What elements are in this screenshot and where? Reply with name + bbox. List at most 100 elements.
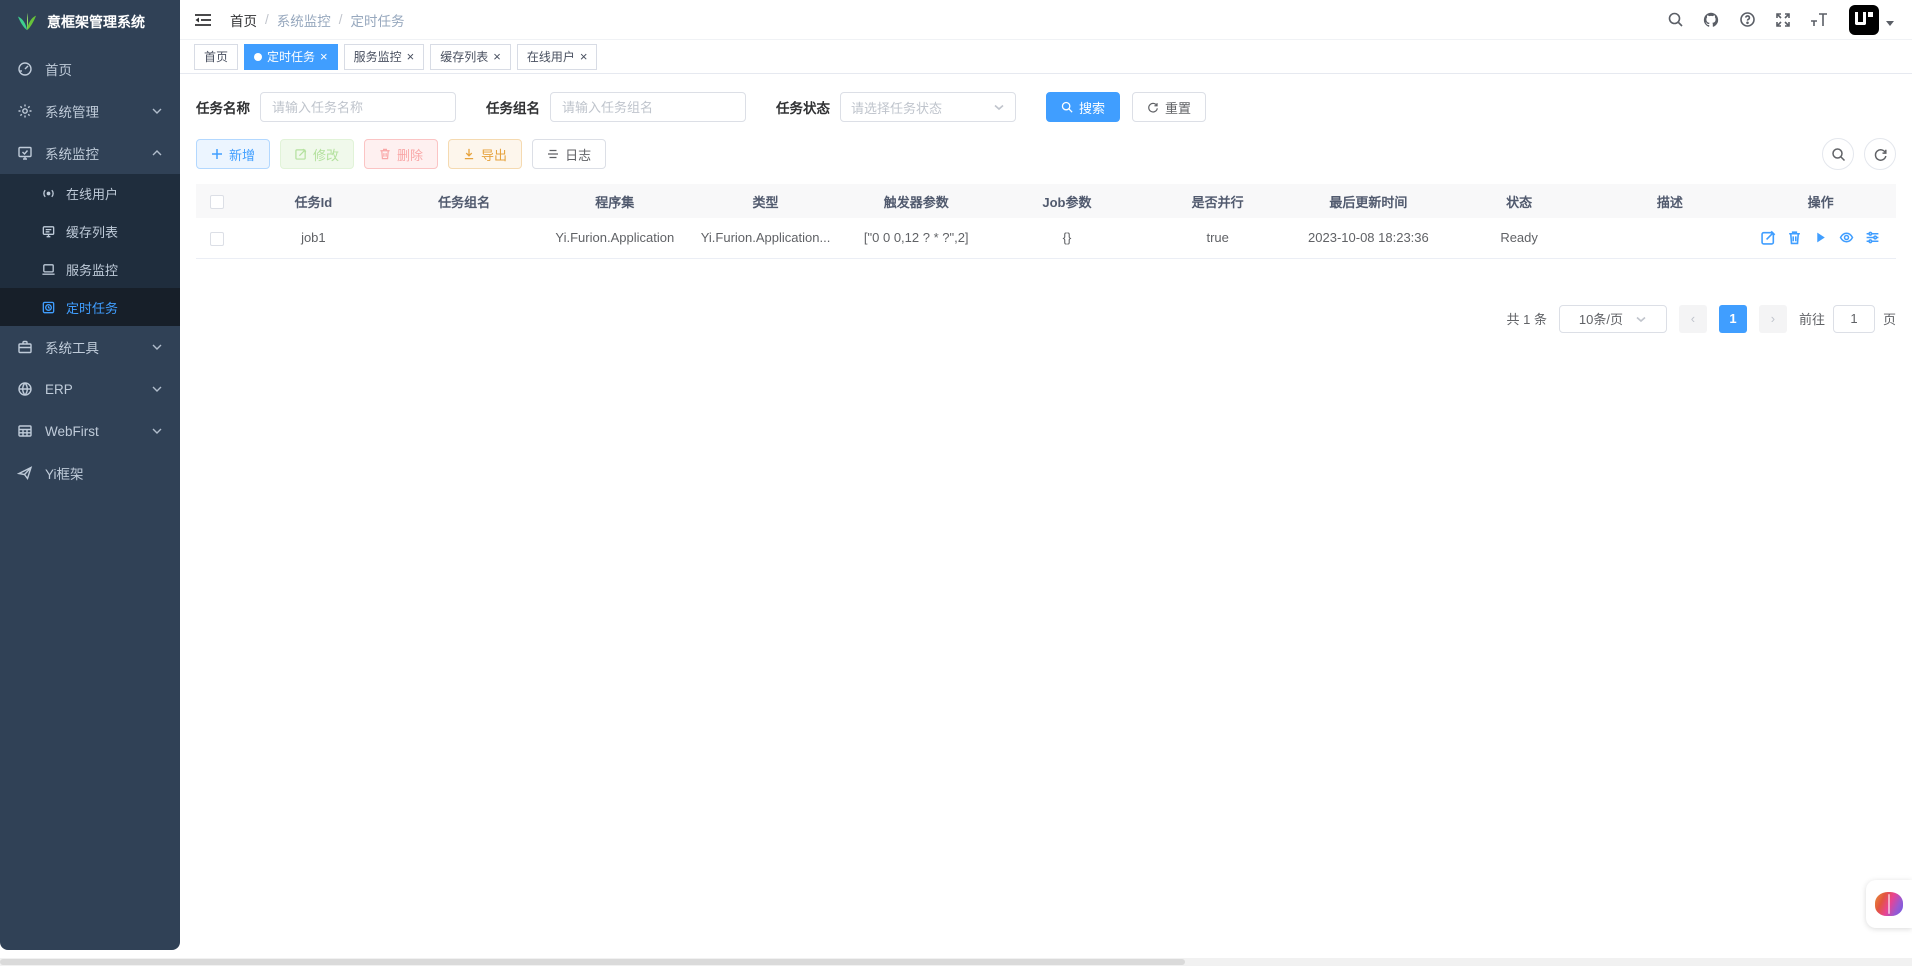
table-toolbar: 新增 修改 删除 导出 日志	[196, 138, 1896, 170]
sidebar-item-system-monitor[interactable]: 系统监控	[0, 132, 180, 174]
goto-suffix: 页	[1883, 309, 1896, 328]
scrollbar-thumb[interactable]	[0, 959, 1185, 965]
select-all-checkbox[interactable]	[210, 195, 224, 209]
screen-list-icon	[40, 223, 56, 239]
sidebar-item-system-mgmt[interactable]: 系统管理	[0, 90, 180, 132]
task-name-input[interactable]	[260, 92, 456, 122]
cell-concurrent: true	[1142, 218, 1293, 258]
sidebar-collapse-icon[interactable]	[194, 10, 214, 30]
sidebar-item-label: WebFirst	[45, 424, 99, 439]
list-icon	[547, 148, 559, 160]
chevron-up-icon	[151, 147, 163, 159]
show-search-toggle-button[interactable]	[1822, 138, 1854, 170]
sidebar-item-webfirst[interactable]: WebFirst	[0, 410, 180, 452]
tab-cache-list[interactable]: 缓存列表 ×	[430, 44, 511, 70]
chevron-down-icon	[1635, 313, 1647, 325]
tab-scheduled-tasks[interactable]: 定时任务 ×	[244, 44, 338, 70]
cell-type: Yi.Furion.Application...	[690, 218, 841, 258]
sidebar-item-service-monitor[interactable]: 服务监控	[0, 250, 180, 288]
col-description: 描述	[1594, 184, 1745, 218]
log-button[interactable]: 日志	[532, 139, 606, 169]
sidebar-item-cache-list[interactable]: 缓存列表	[0, 212, 180, 250]
task-group-input[interactable]	[550, 92, 746, 122]
tab-close-icon[interactable]: ×	[580, 50, 588, 63]
row-operations	[1745, 230, 1896, 245]
row-edit-icon[interactable]	[1761, 230, 1776, 245]
sidebar-submenu-monitor: 在线用户 缓存列表 服务监控	[0, 174, 180, 326]
chevron-down-icon	[993, 101, 1005, 113]
search-button-label: 搜索	[1079, 98, 1105, 117]
row-more-settings-icon[interactable]	[1865, 230, 1880, 245]
row-run-icon[interactable]	[1813, 230, 1828, 245]
top-bar: 首页 / 系统监控 / 定时任务	[180, 0, 1912, 40]
next-page-button[interactable]: ›	[1759, 305, 1787, 333]
tab-label: 定时任务	[267, 48, 315, 65]
export-button[interactable]: 导出	[448, 139, 522, 169]
refresh-table-button[interactable]	[1864, 138, 1896, 170]
edit-icon	[295, 148, 307, 160]
globe-icon	[17, 381, 33, 397]
breadcrumb-separator: /	[339, 12, 343, 27]
tab-close-icon[interactable]: ×	[493, 50, 501, 63]
tab-label: 在线用户	[527, 48, 575, 65]
horizontal-scrollbar[interactable]	[0, 958, 1912, 966]
fullscreen-icon[interactable]	[1773, 10, 1793, 30]
col-task-id: 任务Id	[238, 184, 389, 218]
sidebar-item-yi-framework[interactable]: Yi框架	[0, 452, 180, 494]
user-avatar-menu[interactable]	[1849, 5, 1894, 35]
sidebar-item-scheduled-tasks[interactable]: 定时任务	[0, 288, 180, 326]
delete-button[interactable]: 删除	[364, 139, 438, 169]
search-button[interactable]: 搜索	[1046, 92, 1120, 122]
edit-button-label: 修改	[313, 145, 339, 164]
goto-page-input[interactable]	[1833, 305, 1875, 333]
active-dot-icon	[254, 53, 262, 61]
chevron-down-icon	[151, 341, 163, 353]
tab-home[interactable]: 首页	[194, 44, 238, 70]
table-header-row: 任务Id 任务组名 程序集 类型 触发器参数 Job参数 是否并行 最后更新时间…	[196, 184, 1896, 218]
laptop-icon	[40, 261, 56, 277]
sidebar-item-label: 系统管理	[45, 101, 99, 121]
filter-form: 任务名称 任务组名 任务状态 请选择任务状态 搜索	[196, 92, 1896, 122]
tab-label: 首页	[204, 48, 228, 65]
download-icon	[463, 148, 475, 160]
table-grid-icon	[17, 423, 33, 439]
tab-close-icon[interactable]: ×	[407, 50, 415, 63]
github-icon[interactable]	[1701, 10, 1721, 30]
tab-online-users[interactable]: 在线用户 ×	[517, 44, 598, 70]
prev-page-button[interactable]: ‹	[1679, 305, 1707, 333]
goto-label: 前往	[1799, 309, 1825, 328]
tab-close-icon[interactable]: ×	[320, 50, 328, 63]
page-content: 任务名称 任务组名 任务状态 请选择任务状态 搜索	[180, 74, 1912, 333]
breadcrumb-home[interactable]: 首页	[230, 10, 257, 30]
edit-button[interactable]: 修改	[280, 139, 354, 169]
trash-icon	[379, 148, 391, 160]
schedule-clock-icon	[40, 299, 56, 315]
sidebar-item-label: Yi框架	[45, 463, 84, 483]
row-delete-icon[interactable]	[1787, 230, 1802, 245]
page-number-button[interactable]: 1	[1719, 305, 1747, 333]
sidebar-item-system-tools[interactable]: 系统工具	[0, 326, 180, 368]
page-size-select[interactable]: 10条/页	[1559, 305, 1667, 333]
tab-service-monitor[interactable]: 服务监控 ×	[344, 44, 425, 70]
sidebar-item-home[interactable]: 首页	[0, 48, 180, 90]
help-icon[interactable]	[1737, 10, 1757, 30]
font-size-icon[interactable]	[1809, 10, 1829, 30]
add-button-label: 新增	[229, 145, 255, 164]
toolbox-icon	[17, 339, 33, 355]
col-assembly: 程序集	[539, 184, 690, 218]
assistant-extension-button[interactable]	[1866, 880, 1912, 928]
search-icon	[1831, 147, 1846, 162]
header-search-icon[interactable]	[1665, 10, 1685, 30]
reset-button[interactable]: 重置	[1132, 92, 1206, 122]
tab-label: 缓存列表	[440, 48, 488, 65]
broadcast-icon	[40, 185, 56, 201]
avatar	[1849, 5, 1879, 35]
task-status-select[interactable]: 请选择任务状态	[840, 92, 1016, 122]
row-view-icon[interactable]	[1839, 230, 1854, 245]
refresh-icon	[1873, 147, 1888, 162]
sidebar-item-online-users[interactable]: 在线用户	[0, 174, 180, 212]
add-button[interactable]: 新增	[196, 139, 270, 169]
sidebar-item-erp[interactable]: ERP	[0, 368, 180, 410]
breadcrumb-monitor: 系统监控	[277, 10, 331, 30]
row-checkbox[interactable]	[210, 232, 224, 246]
